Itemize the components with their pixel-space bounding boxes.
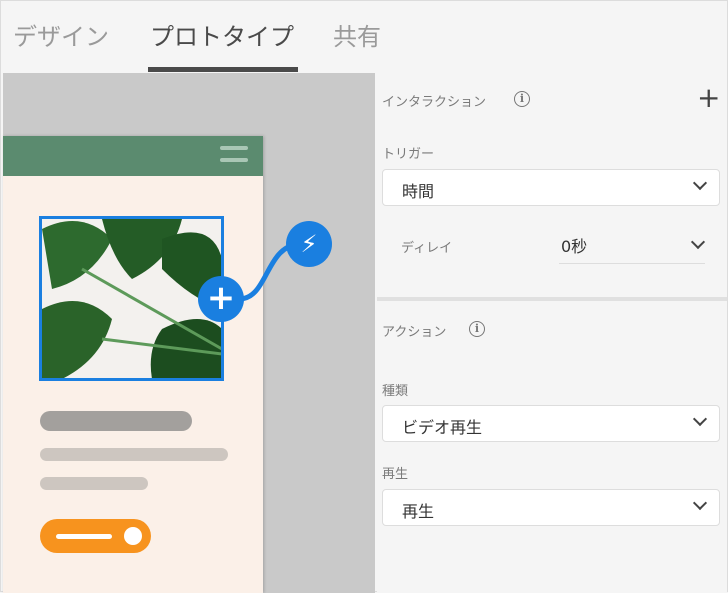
trigger-label: トリガー	[382, 147, 435, 162]
canvas[interactable]: + ⚡	[3, 73, 375, 593]
play-value: 再生	[402, 502, 435, 521]
trigger-select[interactable]: 時間	[382, 169, 720, 206]
delay-value: 0秒	[561, 237, 588, 256]
play-label: 再生	[382, 467, 409, 482]
active-tab-indicator	[148, 67, 298, 72]
title-placeholder	[40, 411, 192, 431]
delay-label: ディレイ	[401, 241, 453, 256]
properties-panel: インタラクション i + トリガー 時間 ディレイ 0秒 アクション i 種類 …	[377, 73, 727, 593]
tab-design[interactable]: デザイン	[13, 17, 109, 52]
interaction-title: インタラクション	[382, 95, 487, 110]
orange-button[interactable]	[40, 519, 151, 553]
button-line	[56, 534, 112, 539]
tab-share[interactable]: 共有	[333, 17, 381, 52]
info-icon[interactable]: i	[469, 321, 485, 337]
action-title: アクション	[382, 325, 447, 340]
text-placeholder	[40, 448, 228, 461]
type-select[interactable]: ビデオ再生	[382, 405, 720, 442]
trigger-value: 時間	[402, 182, 435, 201]
text-placeholder	[40, 477, 148, 490]
tab-prototype[interactable]: プロトタイプ	[150, 17, 294, 52]
add-interaction-button[interactable]: +	[198, 276, 244, 322]
chevron-down-icon	[692, 495, 708, 511]
lightning-icon[interactable]: ⚡	[286, 221, 332, 267]
chevron-down-icon	[692, 175, 708, 191]
button-dot	[124, 527, 142, 545]
chevron-down-icon	[690, 234, 706, 250]
type-label: 種類	[382, 384, 409, 399]
divider	[377, 297, 727, 301]
info-icon[interactable]: i	[514, 91, 530, 107]
chevron-down-icon	[692, 411, 708, 427]
type-value: ビデオ再生	[402, 418, 483, 437]
delay-select[interactable]: 0秒	[559, 233, 706, 264]
add-icon[interactable]: +	[697, 83, 720, 113]
play-select[interactable]: 再生	[382, 489, 720, 526]
